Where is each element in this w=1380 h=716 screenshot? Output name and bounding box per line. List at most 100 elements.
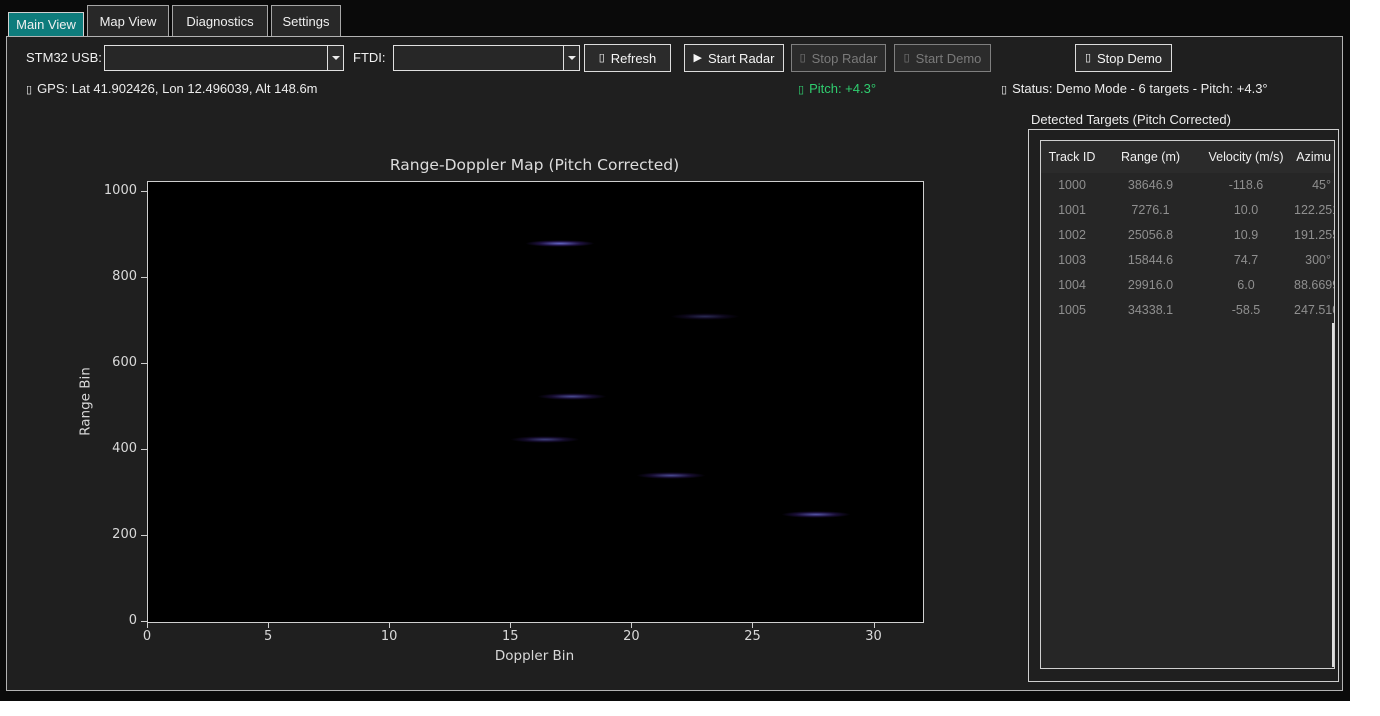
target-streak (659, 312, 751, 321)
x-tick-mark (874, 622, 875, 628)
start-demo-icon: ▯ (904, 53, 910, 64)
x-tick-label: 0 (143, 629, 151, 645)
target-streak (625, 471, 717, 480)
table-cell: -58.5 (1198, 298, 1294, 323)
table-cell: 1003 (1041, 248, 1103, 273)
table-cell: 7276.1 (1103, 198, 1198, 223)
table-row[interactable]: 100038646.9-118.645° (1041, 173, 1334, 198)
table-cell: -118.6 (1198, 173, 1294, 198)
x-tick-mark (147, 622, 148, 628)
refresh-button-label: Refresh (611, 51, 657, 66)
table-cell: 88.66998 (1294, 273, 1334, 298)
table-cell: 247.5104 (1294, 298, 1334, 323)
table-cell: 1002 (1041, 223, 1103, 248)
page-background: Main ViewMap ViewDiagnosticsSettings STM… (0, 0, 1380, 716)
table-cell: 1000 (1041, 173, 1103, 198)
x-axis-label: Doppler Bin (147, 648, 922, 664)
dropdown-arrow-icon[interactable] (327, 46, 343, 70)
table-cell: 1001 (1041, 198, 1103, 223)
tab-settings[interactable]: Settings (271, 5, 341, 36)
stop-demo-button-label: Stop Demo (1097, 51, 1162, 66)
start-demo-button-label: Start Demo (916, 51, 982, 66)
y-tick-mark (141, 191, 147, 192)
range-doppler-plot (147, 181, 924, 623)
y-tick-label: 600 (91, 355, 137, 371)
tab-diagnostics[interactable]: Diagnostics (172, 5, 268, 36)
targets-panel-title: Detected Targets (Pitch Corrected) (1031, 112, 1231, 127)
stop-demo-icon: ▯ (1085, 53, 1091, 64)
column-header-track-id[interactable]: Track ID (1041, 141, 1103, 173)
table-row[interactable]: 100315844.674.7300° (1041, 248, 1334, 273)
target-streak (770, 510, 862, 519)
x-tick-label: 15 (502, 629, 519, 645)
refresh-icon: ▯ (599, 53, 605, 64)
x-tick-label: 5 (264, 629, 272, 645)
stop-radar-icon: ▯ (800, 53, 806, 64)
x-tick-label: 30 (865, 629, 882, 645)
demo-status-text: ▯Status: Demo Mode - 6 targets - Pitch: … (1001, 81, 1268, 96)
table-cell: 74.7 (1198, 248, 1294, 273)
table-row[interactable]: 100429916.06.088.66998 (1041, 273, 1334, 298)
stop-radar-button-label: Stop Radar (812, 51, 878, 66)
stop-demo-button[interactable]: ▯ Stop Demo (1075, 44, 1172, 72)
target-streak (526, 392, 618, 401)
table-cell: 29916.0 (1103, 273, 1198, 298)
tab-main-view[interactable]: Main View (8, 12, 84, 36)
column-header-azimu[interactable]: Azimu (1294, 141, 1334, 173)
table-cell: 6.0 (1198, 273, 1294, 298)
table-row[interactable]: 100225056.810.9191.2552 (1041, 223, 1334, 248)
target-streak (514, 239, 606, 248)
x-tick-label: 10 (381, 629, 398, 645)
column-header-velocity-m-s-[interactable]: Velocity (m/s) (1198, 141, 1294, 173)
targets-table: Track IDRange (m)Velocity (m/s)Azimu 100… (1040, 140, 1335, 669)
table-row[interactable]: 100534338.1-58.5247.5104 (1041, 298, 1334, 323)
y-tick-label: 1000 (91, 183, 137, 199)
x-tick-mark (510, 622, 511, 628)
y-tick-mark (141, 449, 147, 450)
compass-icon: ▯ (798, 84, 804, 96)
stm32-usb-label: STM32 USB: (26, 49, 102, 67)
x-tick-mark (631, 622, 632, 628)
pitch-indicator: ▯Pitch: +4.3° (798, 81, 876, 96)
x-tick-label: 25 (744, 629, 761, 645)
table-cell: 1005 (1041, 298, 1103, 323)
y-tick-label: 0 (91, 613, 137, 629)
table-cell: 25056.8 (1103, 223, 1198, 248)
x-tick-mark (752, 622, 753, 628)
ftdi-combobox[interactable] (393, 45, 580, 71)
stm32-usb-combobox[interactable] (104, 45, 344, 71)
table-scrollbar[interactable] (1332, 323, 1334, 667)
table-cell: 10.9 (1198, 223, 1294, 248)
start-demo-button[interactable]: ▯ Start Demo (894, 44, 991, 72)
table-cell: 10.0 (1198, 198, 1294, 223)
target-streak (499, 435, 591, 444)
tab-map-view[interactable]: Map View (87, 5, 169, 36)
table-cell: 122.2510 (1294, 198, 1334, 223)
table-cell: 34338.1 (1103, 298, 1198, 323)
table-cell: 15844.6 (1103, 248, 1198, 273)
dropdown-arrow-icon[interactable] (563, 46, 579, 70)
table-header-row: Track IDRange (m)Velocity (m/s)Azimu (1041, 141, 1334, 173)
status-icon: ▯ (1001, 84, 1007, 96)
column-header-range-m-[interactable]: Range (m) (1103, 141, 1198, 173)
x-tick-mark (268, 622, 269, 628)
y-tick-label: 800 (91, 269, 137, 285)
refresh-button[interactable]: ▯ Refresh (584, 44, 671, 72)
main-view-panel: STM32 USB: FTDI: ▯GPS: Lat 41.902426, Lo… (6, 36, 1343, 691)
chart-title: Range-Doppler Map (Pitch Corrected) (147, 156, 922, 174)
y-tick-label: 200 (91, 527, 137, 543)
gps-status-text: ▯GPS: Lat 41.902426, Lon 12.496039, Alt … (26, 81, 318, 96)
table-cell: 38646.9 (1103, 173, 1198, 198)
start-radar-button[interactable]: ▶Start Radar (684, 44, 784, 72)
table-cell: 191.2552 (1294, 223, 1334, 248)
app-window: Main ViewMap ViewDiagnosticsSettings STM… (0, 0, 1350, 701)
x-tick-mark (389, 622, 390, 628)
start-radar-button-label: Start Radar (708, 51, 774, 66)
ftdi-label: FTDI: (353, 49, 386, 67)
table-cell: 300° (1294, 248, 1334, 273)
table-row[interactable]: 10017276.110.0122.2510 (1041, 198, 1334, 223)
stop-radar-button[interactable]: ▯ Stop Radar (791, 44, 886, 72)
gps-icon: ▯ (26, 84, 32, 96)
y-tick-mark (141, 535, 147, 536)
y-tick-mark (141, 277, 147, 278)
